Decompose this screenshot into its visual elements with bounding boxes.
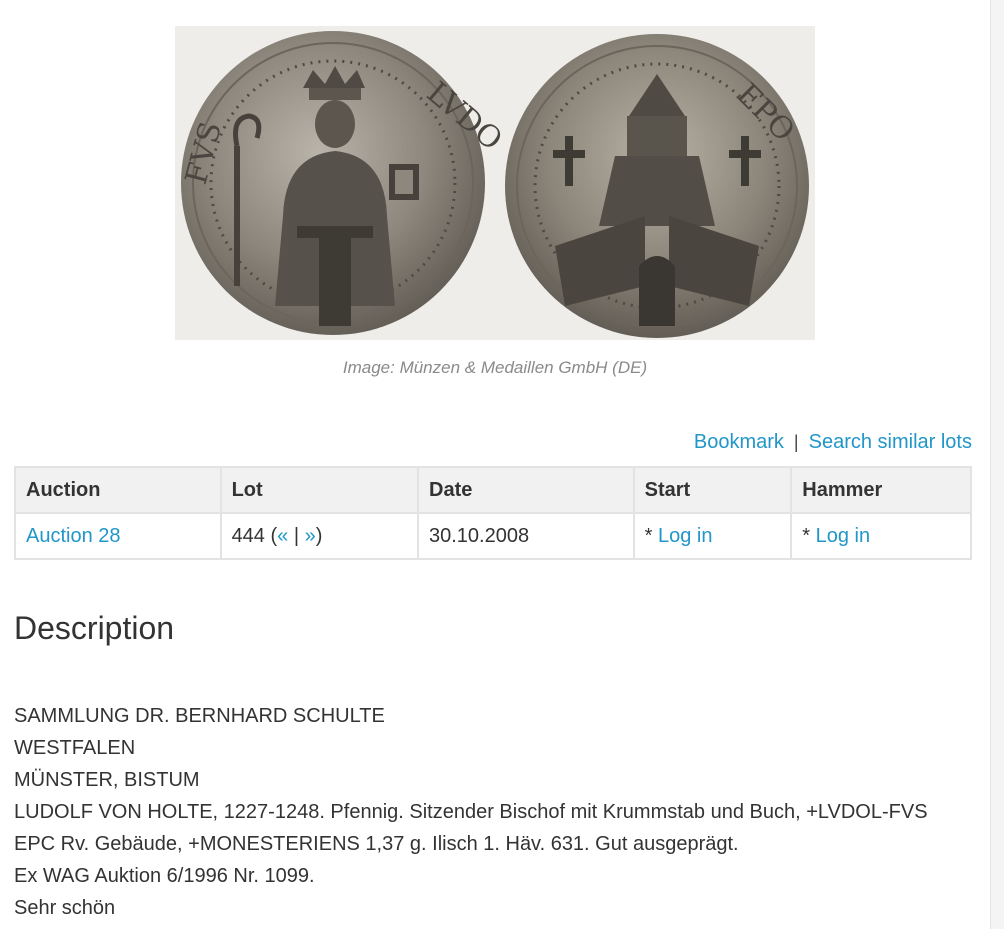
description-line: LUDOLF VON HOLTE, 1227-1248. Pfennig. Si… [14,801,928,823]
start-login-link[interactable]: Log in [658,525,713,547]
image-caption: Image: Münzen & Medaillen GmbH (DE) [342,358,648,377]
table-row: Auction 28 444 (« | ») 30.10.2008 * Log … [14,512,972,560]
header-lot: Lot [219,466,420,514]
description-text: SAMMLUNG DR. BERNHARD SCHULTE WESTFALEN … [14,700,984,924]
auction-link[interactable]: Auction 28 [26,525,121,547]
table-header-row: Auction Lot Date Start Hammer [14,466,972,514]
hammer-prefix: * [802,524,816,547]
lot-table: Auction Lot Date Start Hammer Auction 28… [14,466,972,560]
hammer-login-link[interactable]: Log in [816,525,871,547]
description-line: Ex WAG Auktion 6/1996 Nr. 1099. [14,865,315,887]
description-line: Sehr schön [14,897,116,919]
bookmark-link[interactable]: Bookmark [694,431,784,453]
description-line: SAMMLUNG DR. BERNHARD SCHULTE [14,705,385,727]
description-line: MÜNSTER, BISTUM [14,769,200,791]
cell-lot: 444 (« | ») [219,512,420,560]
description-line: WESTFALEN [14,737,136,759]
description-line: EPC Rv. Gebäude, +MONESTERIENS 1,37 g. I… [14,833,739,855]
coin-obverse: FVS LVDO [179,31,509,335]
coin-reverse: EPO [505,34,809,338]
actions-separator: | [793,432,799,452]
header-auction: Auction [14,466,222,514]
lot-number: 444 ( [231,524,278,547]
next-lot-link[interactable]: » [305,525,316,547]
lot-actions: Bookmark | Search similar lots [694,431,972,454]
header-hammer: Hammer [790,466,972,514]
previous-lot-link[interactable]: « [277,525,288,547]
cell-date: 30.10.2008 [417,512,635,560]
coin-pair-illustration: FVS LVDO EPO [179,31,809,338]
cell-auction: Auction 28 [14,512,222,560]
lot-close-paren: ) [315,524,323,547]
search-similar-lots-link[interactable]: Search similar lots [809,431,972,453]
coin-image[interactable]: FVS LVDO EPO [175,26,815,340]
lot-page: FVS LVDO EPO Image: Münzen & Medaillen G… [0,0,990,929]
scrollbar-track[interactable] [990,0,1004,929]
lot-nav-separator: | [288,524,305,547]
description-heading: Description [14,610,175,646]
cell-hammer: * Log in [790,512,972,560]
cell-start: * Log in [632,512,793,560]
header-start: Start [632,466,793,514]
start-prefix: * [644,524,658,547]
header-date: Date [417,466,635,514]
